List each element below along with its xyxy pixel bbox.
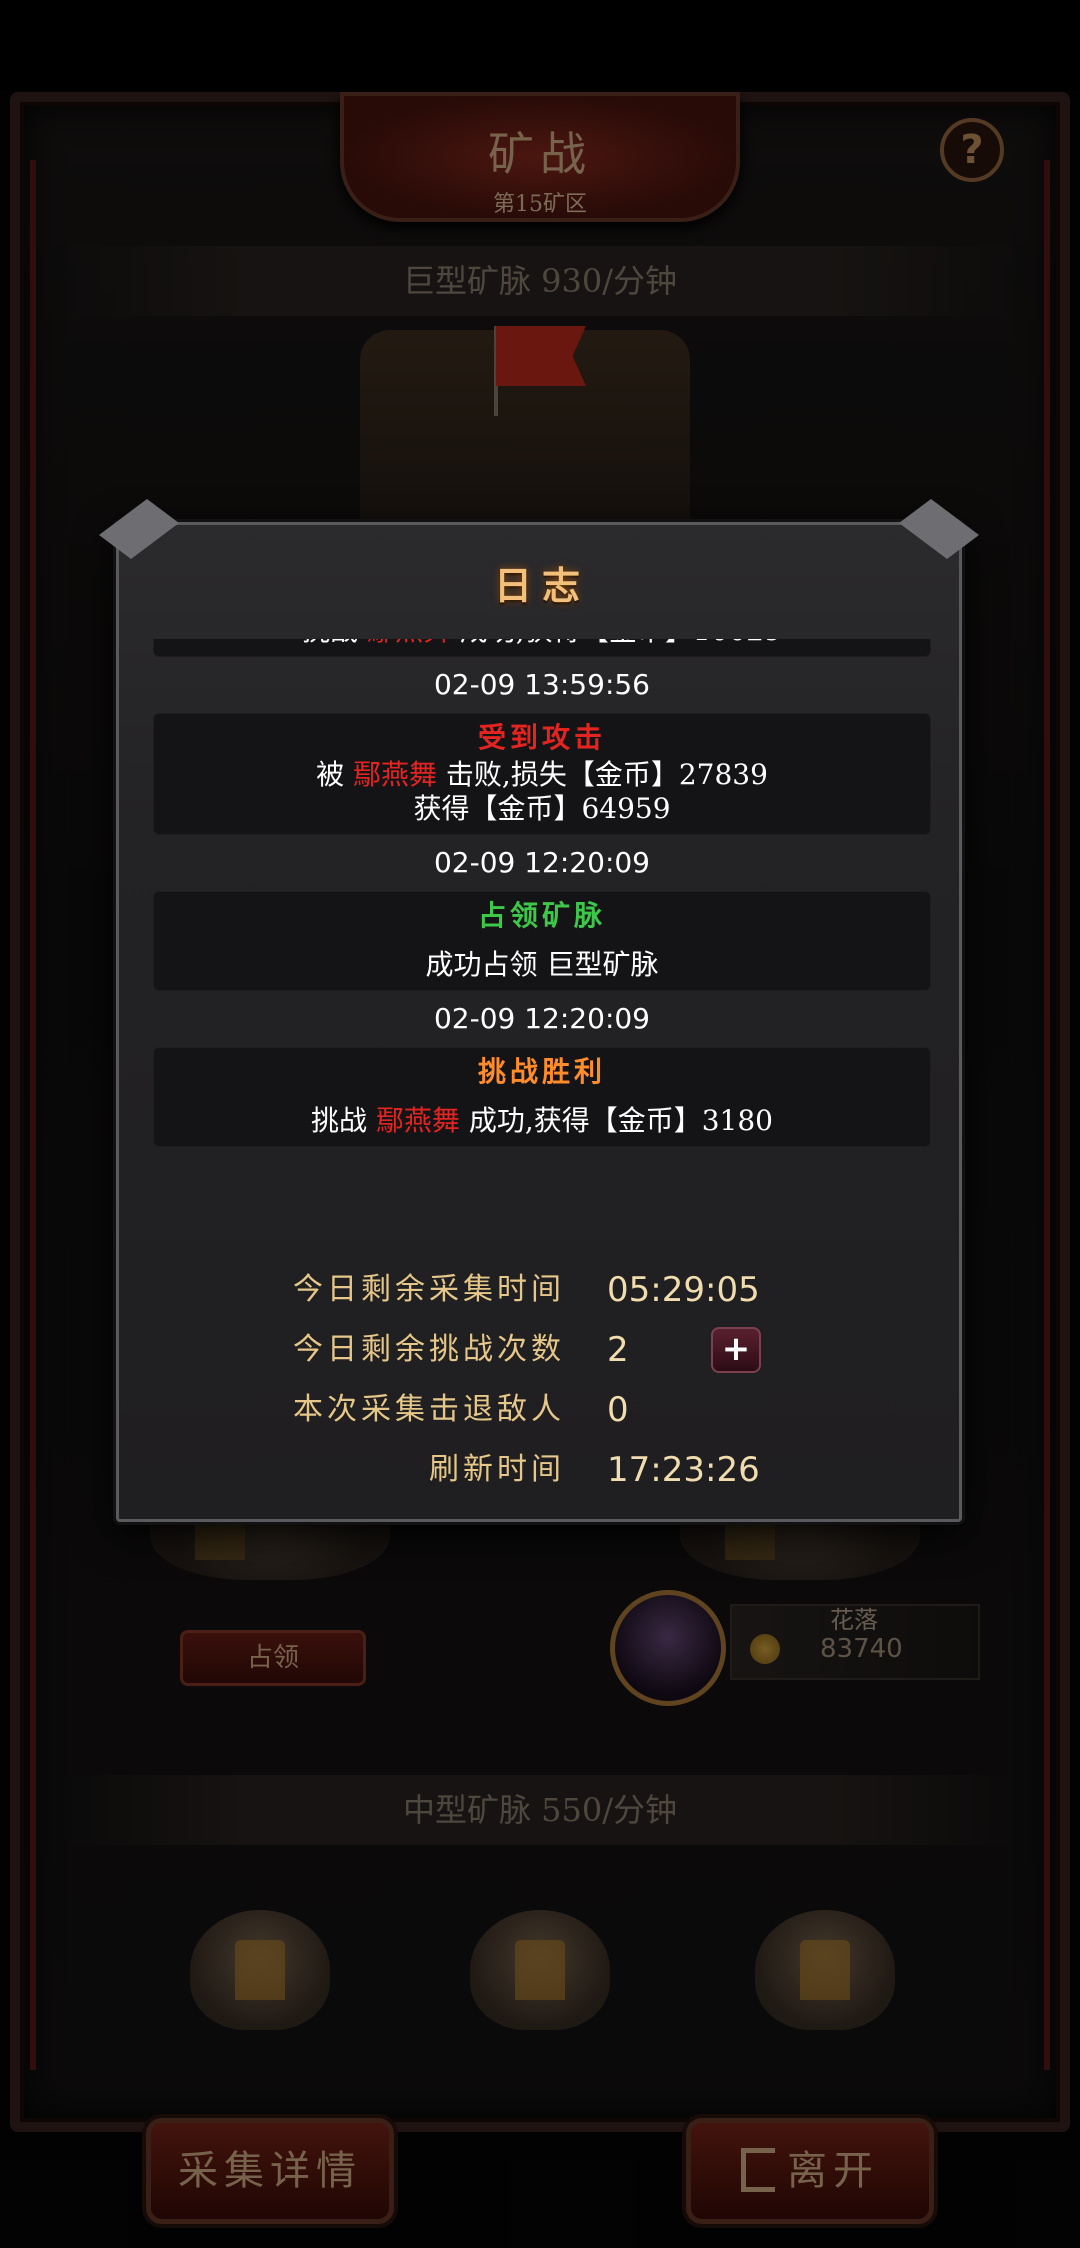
opponent-name[interactable]: 鄢燕舞 (367, 639, 451, 647)
log-scroll-area[interactable]: 挑战 鄢燕舞 成功,获得【金币】10029 02-09 13:59:56 受到攻击被… (153, 639, 931, 1199)
log-box: 占领矿脉成功占领 巨型矿脉 (153, 891, 931, 991)
log-heading: 挑战胜利 (477, 1055, 606, 1088)
log-text: 挑战 (311, 1104, 376, 1137)
log-dialog: 日志 挑战 鄢燕舞 成功,获得【金币】10029 02-09 13:59:56 受到… (99, 499, 965, 1522)
log-box: 受到攻击被 鄢燕舞 击败,损失【金币】27839 获得【金币】64959 (153, 713, 931, 835)
stat-value: 05:29:05 (607, 1270, 760, 1310)
log-text: 击败,损失【金币】27839 (437, 758, 768, 791)
stat-refresh-time: 刷新时间 17:23:26 (119, 1445, 965, 1495)
log-box: 挑战 鄢燕舞 成功,获得【金币】10029 (153, 639, 931, 657)
log-entry: 02-09 12:20:09 挑战胜利挑战 鄢燕舞 成功,获得【金币】3180 (153, 991, 931, 1147)
stat-value: 17:23:26 (607, 1450, 760, 1490)
log-line: 被 鄢燕舞 击败,损失【金币】27839 (154, 758, 930, 792)
log-heading: 占领矿脉 (477, 899, 606, 932)
log-timestamp: 02-09 13:59:56 (433, 668, 650, 701)
log-entry: 02-09 13:59:56 受到攻击被 鄢燕舞 击败,损失【金币】27839 获得… (153, 657, 931, 835)
stat-label: 本次采集击退敌人 (293, 1392, 565, 1427)
log-entry: 挑战 鄢燕舞 成功,获得【金币】10029 (153, 639, 931, 657)
opponent-name[interactable]: 鄢燕舞 (353, 758, 437, 791)
log-timestamp: 02-09 12:20:09 (433, 1002, 650, 1035)
stat-challenge-count: 今日剩余挑战次数 2 + (119, 1325, 965, 1375)
log-list: 挑战 鄢燕舞 成功,获得【金币】10029 02-09 13:59:56 受到攻击被… (153, 639, 931, 1147)
log-text: 成功占领 巨型矿脉 (425, 948, 659, 981)
stat-label: 刷新时间 (429, 1452, 565, 1487)
log-box: 挑战胜利挑战 鄢燕舞 成功,获得【金币】3180 (153, 1047, 931, 1147)
log-line: 挑战 鄢燕舞 成功,获得【金币】10029 (154, 639, 930, 648)
stat-label: 今日剩余采集时间 (293, 1272, 565, 1307)
log-text: 成功,获得【金币】3180 (459, 1104, 773, 1137)
stat-value: 2 (607, 1330, 629, 1370)
stat-collect-time: 今日剩余采集时间 05:29:05 (119, 1265, 965, 1315)
log-line: 获得【金币】64959 (154, 792, 930, 826)
log-text: 挑战 (302, 639, 367, 647)
stat-value: 0 (607, 1390, 629, 1430)
log-text: 获得【金币】64959 (413, 792, 671, 825)
stat-label: 今日剩余挑战次数 (293, 1332, 565, 1367)
log-text: 成功,获得【金币】10029 (451, 639, 782, 647)
stat-repelled: 本次采集击退敌人 0 (119, 1385, 965, 1435)
log-entry: 02-09 12:20:09 占领矿脉成功占领 巨型矿脉 (153, 835, 931, 991)
log-line: 挑战 鄢燕舞 成功,获得【金币】3180 (154, 1104, 930, 1138)
plus-icon[interactable]: + (711, 1327, 761, 1373)
log-timestamp: 02-09 12:20:09 (433, 846, 650, 879)
log-text: 被 (316, 758, 353, 791)
log-line: 成功占领 巨型矿脉 (154, 948, 930, 982)
log-heading: 受到攻击 (477, 721, 606, 754)
opponent-name[interactable]: 鄢燕舞 (376, 1104, 460, 1137)
dialog-title: 日志 (493, 563, 590, 608)
